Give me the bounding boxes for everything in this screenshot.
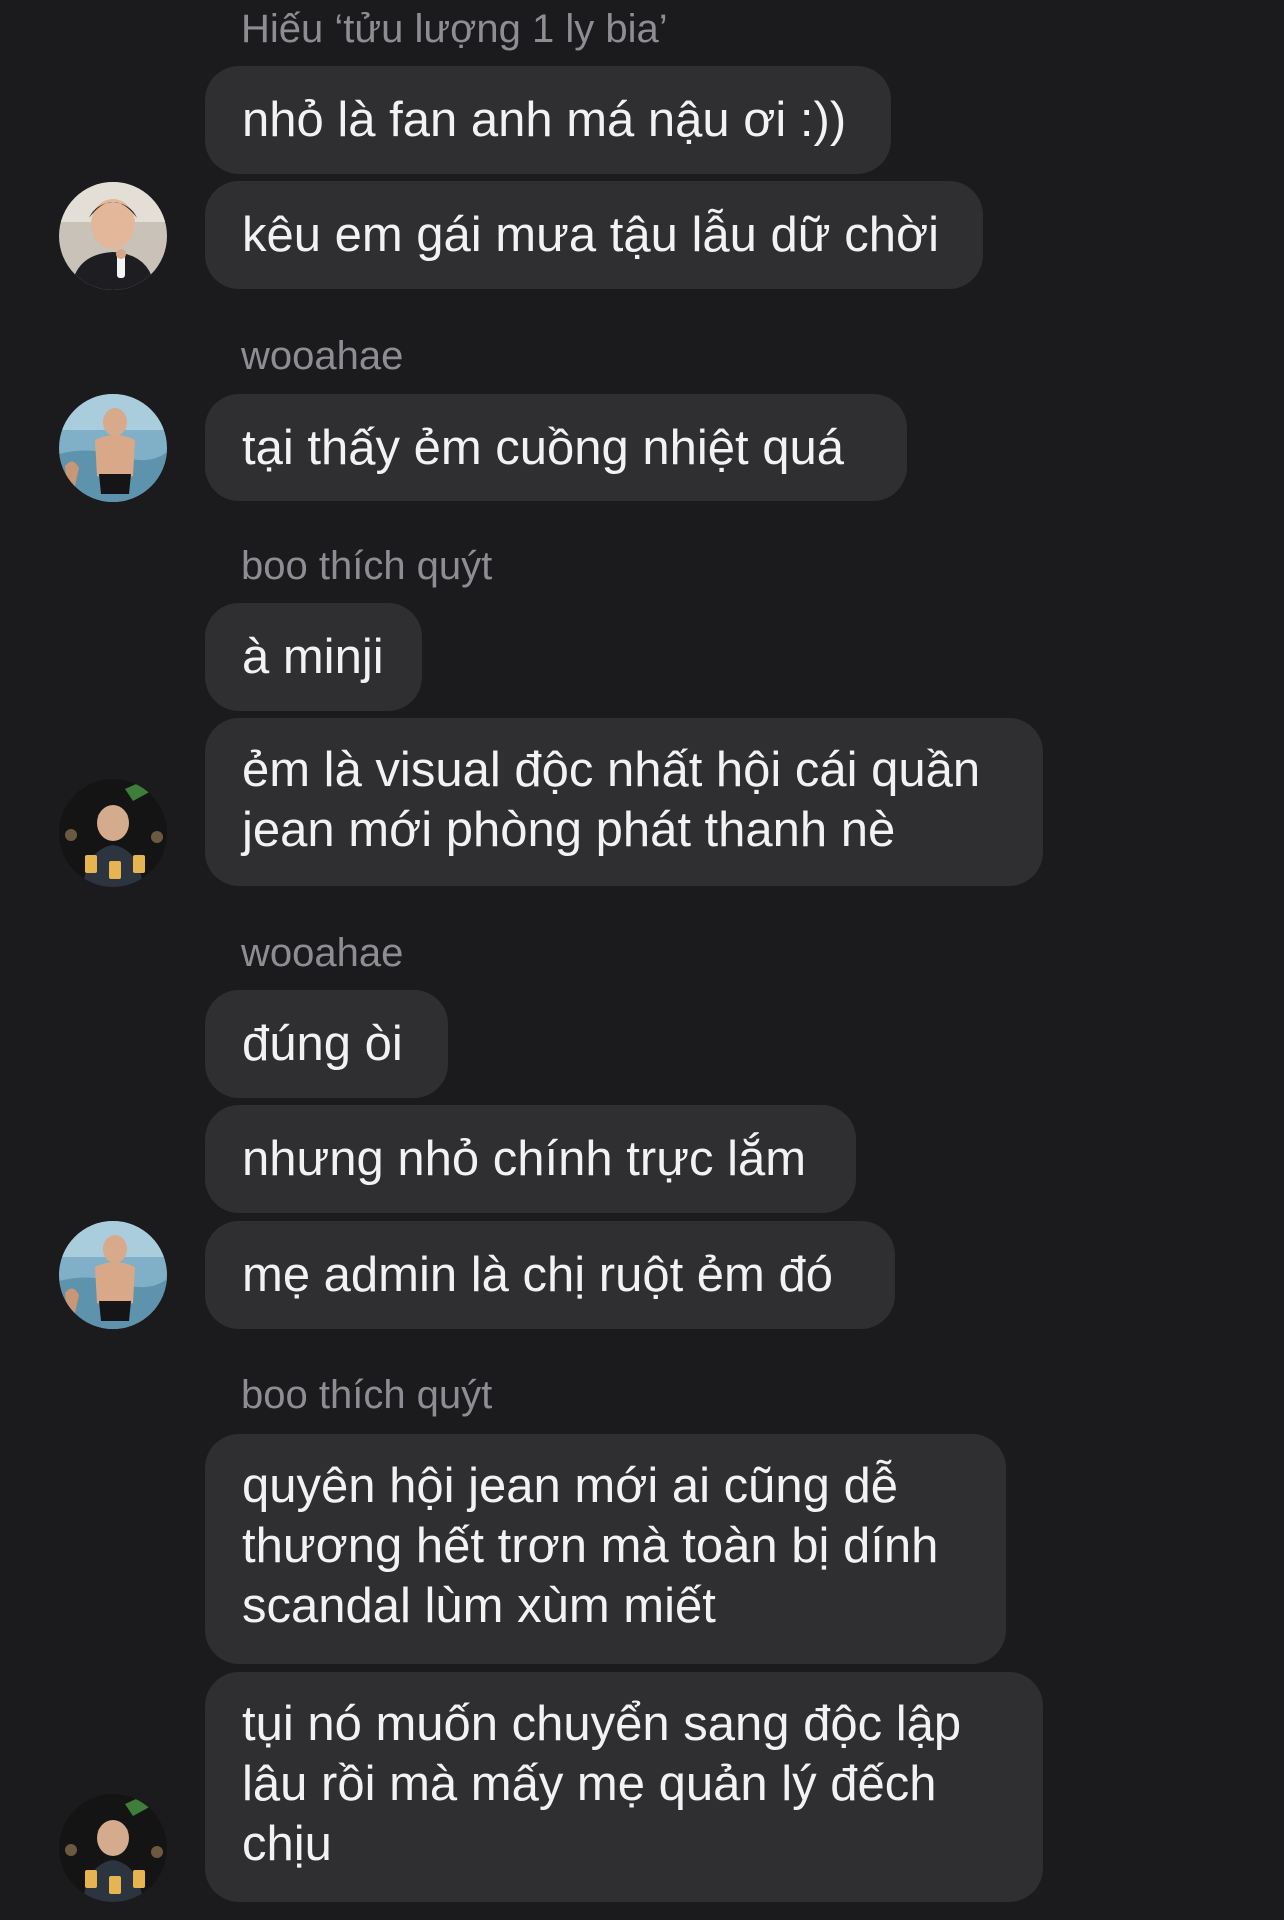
- message-bubble[interactable]: quyên hội jean mới ai cũng dễ thương hết…: [205, 1434, 1006, 1664]
- user-photo-a-icon: [59, 182, 167, 290]
- message-bubble[interactable]: nhưng nhỏ chính trực lắm: [205, 1105, 856, 1213]
- message-bubble[interactable]: kêu em gái mưa tậu lẫu dữ chời: [205, 181, 983, 289]
- user-avatar[interactable]: [59, 182, 167, 290]
- message-bubble[interactable]: đúng òi: [205, 990, 448, 1098]
- sender-name: wooahae: [241, 931, 404, 975]
- message-bubble[interactable]: à minji: [205, 603, 422, 711]
- user-photo-c-icon: [59, 779, 167, 887]
- message-bubble[interactable]: ẻm là visual độc nhất hội cái quần jean …: [205, 718, 1043, 886]
- sender-name: boo thích quýt: [241, 1373, 493, 1417]
- message-bubble[interactable]: tại thấy ẻm cuồng nhiệt quá: [205, 394, 907, 501]
- user-avatar[interactable]: [59, 394, 167, 502]
- user-photo-b-icon: [59, 1221, 167, 1329]
- message-bubble[interactable]: mẹ admin là chị ruột ẻm đó: [205, 1221, 895, 1329]
- message-bubble[interactable]: tụi nó muốn chuyển sang độc lập lâu rồi …: [205, 1672, 1043, 1902]
- user-photo-c-icon: [59, 1794, 167, 1902]
- user-avatar[interactable]: [59, 1221, 167, 1329]
- user-avatar[interactable]: [59, 779, 167, 887]
- message-bubble[interactable]: nhỏ là fan anh má nậu ơi :)): [205, 66, 891, 174]
- user-avatar[interactable]: [59, 1794, 167, 1902]
- sender-name: Hiếu ‘tửu lượng 1 ly bia’: [241, 7, 668, 51]
- sender-name: boo thích quýt: [241, 544, 493, 588]
- sender-name: wooahae: [241, 334, 404, 378]
- user-photo-b-icon: [59, 394, 167, 502]
